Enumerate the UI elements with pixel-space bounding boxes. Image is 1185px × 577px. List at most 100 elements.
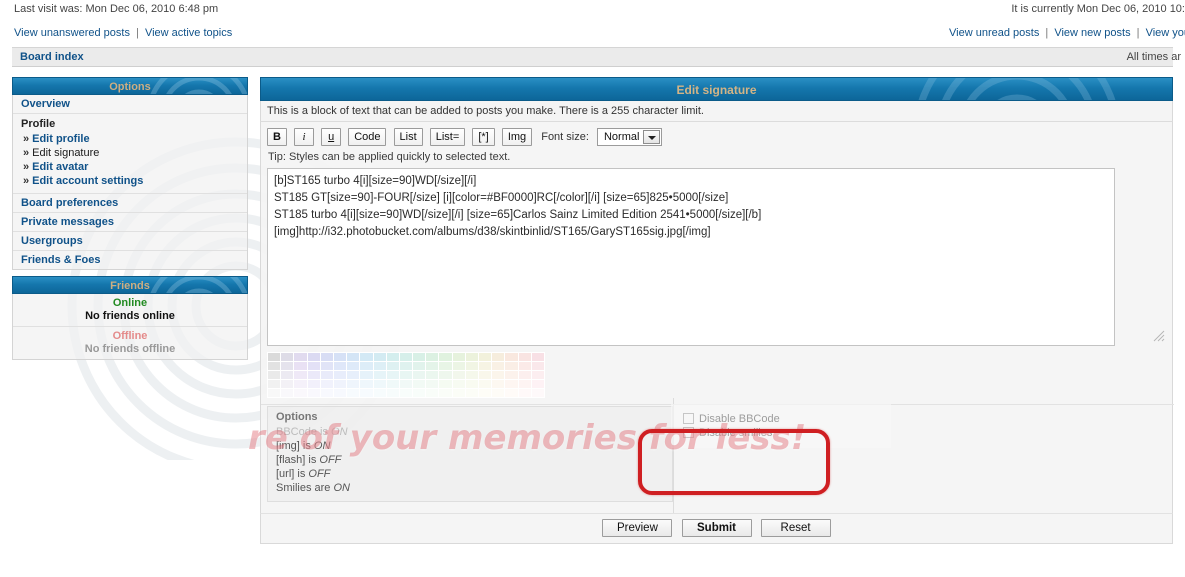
color-swatch[interactable] (492, 371, 505, 379)
color-swatch[interactable] (294, 353, 307, 361)
color-swatch[interactable] (492, 362, 505, 370)
color-swatch[interactable] (452, 362, 465, 370)
color-swatch[interactable] (518, 362, 531, 370)
color-swatch[interactable] (492, 389, 505, 397)
bbcode-list-item-button[interactable]: [*] (472, 128, 495, 146)
color-swatch[interactable] (307, 389, 320, 397)
color-swatch[interactable] (452, 389, 465, 397)
sidebar-link-edit-profile[interactable]: Edit profile (32, 133, 89, 145)
color-swatch[interactable] (386, 380, 399, 388)
color-swatch[interactable] (439, 353, 452, 361)
color-swatch[interactable] (268, 380, 281, 388)
color-swatch[interactable] (531, 389, 544, 397)
color-swatch[interactable] (294, 362, 307, 370)
color-swatch[interactable] (518, 353, 531, 361)
color-swatch[interactable] (465, 353, 479, 361)
color-swatch[interactable] (465, 380, 479, 388)
color-swatch[interactable] (307, 371, 320, 379)
color-swatch[interactable] (347, 389, 360, 397)
checkbox-row-disable-smilies[interactable]: Disable smilies (683, 426, 881, 440)
color-swatch[interactable] (413, 389, 426, 397)
color-swatch[interactable] (399, 371, 413, 379)
color-swatch[interactable] (281, 353, 294, 361)
color-swatch[interactable] (360, 353, 373, 361)
color-swatch[interactable] (281, 389, 294, 397)
color-swatch[interactable] (386, 389, 399, 397)
color-swatch[interactable] (426, 371, 439, 379)
color-swatch[interactable] (479, 362, 492, 370)
color-swatch[interactable] (505, 371, 518, 379)
color-swatch[interactable] (360, 362, 373, 370)
color-swatch[interactable] (452, 380, 465, 388)
sidebar-item-edit-profile[interactable]: » Edit profile (21, 132, 239, 146)
color-swatch[interactable] (386, 362, 399, 370)
sidebar-item-edit-account-settings[interactable]: » Edit account settings (21, 174, 239, 188)
bbcode-list-button[interactable]: List (393, 128, 423, 146)
color-swatch[interactable] (439, 380, 452, 388)
color-swatch[interactable] (307, 380, 320, 388)
color-swatch[interactable] (320, 362, 333, 370)
submit-button[interactable]: Submit (681, 519, 752, 537)
chevron-down-icon[interactable] (643, 130, 661, 144)
preview-button[interactable]: Preview (602, 519, 673, 537)
color-swatch[interactable] (281, 371, 294, 379)
color-swatch[interactable] (426, 362, 439, 370)
color-swatch[interactable] (268, 362, 281, 370)
color-swatch[interactable] (333, 353, 347, 361)
color-swatch[interactable] (439, 362, 452, 370)
color-swatch[interactable] (360, 389, 373, 397)
color-swatch[interactable] (479, 380, 492, 388)
link-view-active-topics[interactable]: View active topics (145, 27, 232, 39)
color-swatch[interactable] (426, 380, 439, 388)
color-swatch[interactable] (531, 371, 544, 379)
link-view-unread-posts[interactable]: View unread posts (949, 27, 1039, 39)
bbcode-img-button[interactable]: Img (501, 128, 533, 146)
color-swatch[interactable] (373, 362, 386, 370)
color-swatch[interactable] (320, 380, 333, 388)
sidebar-link-usergroups[interactable]: Usergroups (21, 235, 83, 247)
color-swatch[interactable] (479, 389, 492, 397)
color-swatch[interactable] (360, 380, 373, 388)
sidebar-link-board-preferences[interactable]: Board preferences (21, 197, 118, 209)
color-swatch[interactable] (505, 362, 518, 370)
color-swatch[interactable] (333, 362, 347, 370)
color-swatch[interactable] (399, 389, 413, 397)
color-swatch[interactable] (268, 353, 281, 361)
sidebar-link-edit-signature[interactable]: Edit signature (32, 147, 99, 159)
color-swatch[interactable] (465, 389, 479, 397)
color-swatch[interactable] (531, 362, 544, 370)
color-swatch[interactable] (439, 389, 452, 397)
color-palette[interactable] (267, 352, 545, 398)
sidebar-item-edit-signature[interactable]: » Edit signature (21, 146, 239, 160)
color-swatch[interactable] (360, 371, 373, 379)
sidebar-item-board-preferences[interactable]: Board preferences (13, 194, 247, 213)
reset-button[interactable]: Reset (760, 519, 831, 537)
color-swatch[interactable] (518, 389, 531, 397)
breadcrumb-board-index[interactable]: Board index (20, 51, 84, 63)
color-swatch[interactable] (505, 380, 518, 388)
color-swatch[interactable] (386, 353, 399, 361)
color-swatch[interactable] (333, 380, 347, 388)
bbcode-list-ordered-button[interactable]: List= (429, 128, 466, 146)
sidebar-item-edit-avatar[interactable]: » Edit avatar (21, 160, 239, 174)
color-swatch[interactable] (465, 371, 479, 379)
color-swatch[interactable] (452, 353, 465, 361)
color-swatch[interactable] (479, 353, 492, 361)
sidebar-link-friends-and-foes[interactable]: Friends & Foes (21, 254, 100, 266)
color-swatch[interactable] (373, 380, 386, 388)
color-swatch[interactable] (268, 371, 281, 379)
sidebar-item-private-messages[interactable]: Private messages (13, 213, 247, 232)
sidebar-link-overview[interactable]: Overview (21, 98, 70, 110)
link-view-unanswered-posts[interactable]: View unanswered posts (14, 27, 130, 39)
color-swatch[interactable] (373, 389, 386, 397)
color-swatch[interactable] (386, 371, 399, 379)
bbcode-bold-button[interactable]: B (267, 128, 287, 146)
link-view-your-posts[interactable]: View you (1146, 27, 1185, 39)
color-swatch[interactable] (413, 371, 426, 379)
color-swatch[interactable] (347, 362, 360, 370)
color-swatch[interactable] (294, 380, 307, 388)
color-swatch[interactable] (413, 353, 426, 361)
color-swatch[interactable] (492, 380, 505, 388)
checkbox-row-disable-bbcode[interactable]: Disable BBCode (683, 412, 881, 426)
bbcode-code-button[interactable]: Code (348, 128, 387, 146)
